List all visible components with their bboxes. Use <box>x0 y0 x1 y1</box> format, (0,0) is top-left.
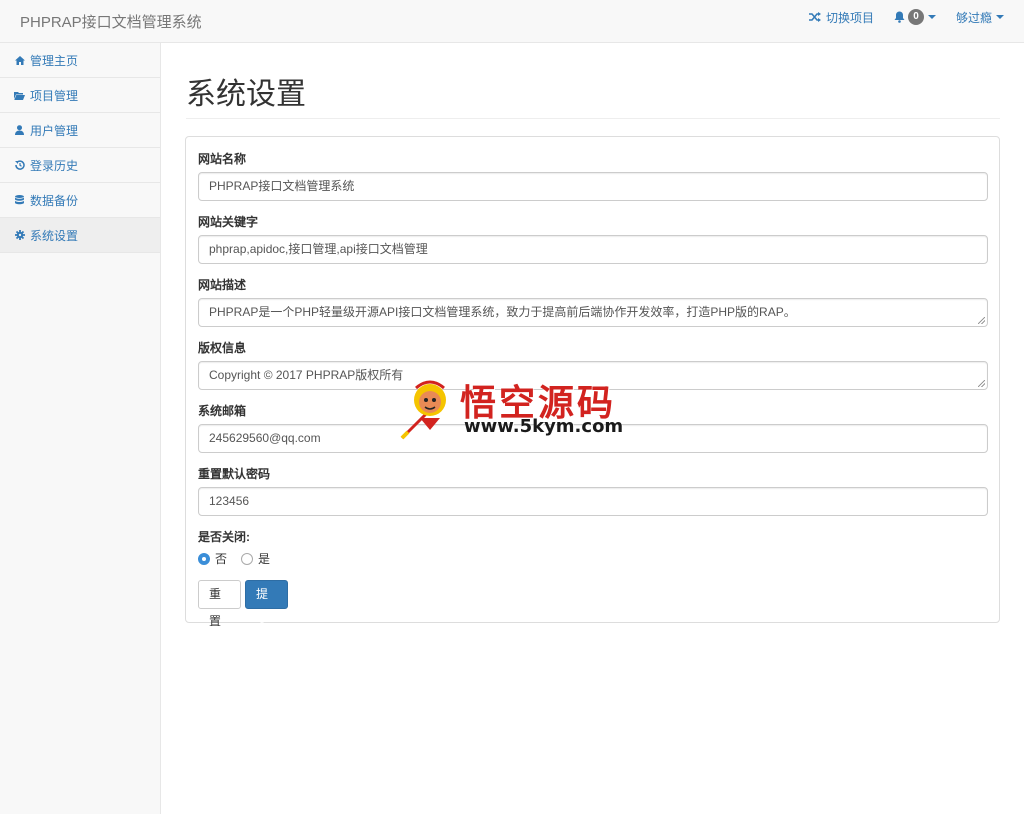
form-group-site-description: 网站描述 PHPRAP是一个PHP轻量级开源API接口文档管理系统，致力于提高前… <box>198 278 988 327</box>
navbar-right: 切换项目 0 够过瘾 <box>789 0 1004 34</box>
notifications-dropdown[interactable]: 0 <box>894 9 936 25</box>
switch-project-label: 切换项目 <box>825 10 874 25</box>
site-keywords-input[interactable]: phprap,apidoc,接口管理,api接口文档管理 <box>198 235 988 264</box>
sidebar-item-settings[interactable]: 系统设置 <box>0 218 160 253</box>
sidebar-item-label: 项目管理 <box>30 88 79 103</box>
monkey-king-icon <box>400 380 446 440</box>
home-icon <box>14 55 25 66</box>
radio-no-label: 否 <box>215 552 228 566</box>
form-group-site-keywords: 网站关键字 phprap,apidoc,接口管理,api接口文档管理 <box>198 215 988 264</box>
chevron-down-icon <box>927 15 936 19</box>
radio-yes-label: 是 <box>258 552 271 566</box>
form-group-closed: 是否关闭: <box>198 530 988 544</box>
sidebar-item-login-history[interactable]: 登录历史 <box>0 148 160 183</box>
sidebar-item-backup[interactable]: 数据备份 <box>0 183 160 218</box>
page-header: 系统设置 <box>186 76 1000 119</box>
sidebar-item-label: 登录历史 <box>30 158 79 173</box>
resize-handle-icon[interactable] <box>978 317 985 324</box>
radio-no[interactable]: 否 <box>198 550 227 567</box>
radio-unchecked-icon[interactable] <box>241 552 254 565</box>
bell-icon <box>894 11 905 23</box>
closed-radio-group: 否 是 <box>198 550 284 567</box>
user-icon <box>14 125 25 136</box>
top-navbar: PHPRAP接口文档管理系统 切换项目 0 够过瘾 <box>0 0 1024 43</box>
reset-button[interactable]: 重置 <box>198 580 241 628</box>
copyright-value: Copyright © 2017 PHPRAP版权所有 <box>209 368 404 382</box>
notification-badge: 0 <box>907 9 924 25</box>
switch-project-link[interactable]: 切换项目 <box>808 9 874 26</box>
radio-yes[interactable]: 是 <box>241 550 270 567</box>
shuffle-icon <box>808 12 821 22</box>
sidebar-item-label: 数据备份 <box>30 193 79 208</box>
page-title: 系统设置 <box>186 78 306 111</box>
sidebar: 管理主页 项目管理 用户管理 登录历史 数据备份 系统设置 <box>0 43 161 814</box>
sidebar-item-users[interactable]: 用户管理 <box>0 113 160 148</box>
sidebar-item-label: 用户管理 <box>30 123 79 138</box>
default-password-label: 重置默认密码 <box>198 467 271 481</box>
user-name: 够过瘾 <box>955 10 992 25</box>
site-description-label: 网站描述 <box>198 278 247 292</box>
sidebar-item-projects[interactable]: 项目管理 <box>0 78 160 113</box>
history-icon <box>14 160 25 171</box>
sidebar-item-home[interactable]: 管理主页 <box>0 43 160 78</box>
form-group-copyright: 版权信息 Copyright © 2017 PHPRAP版权所有 <box>198 341 988 390</box>
folder-open-icon <box>14 90 25 101</box>
site-name-input[interactable]: PHPRAP接口文档管理系统 <box>198 172 988 201</box>
watermark-url: www.5kym.com <box>464 416 624 437</box>
user-menu-dropdown[interactable]: 够过瘾 <box>956 9 1004 26</box>
watermark-logo: 悟空源码 www.5kym.com <box>400 372 630 444</box>
default-password-input[interactable]: 123456 <box>198 487 988 516</box>
sidebar-item-label: 管理主页 <box>30 53 79 68</box>
submit-button[interactable]: 提交 <box>245 580 288 628</box>
gear-icon <box>14 230 25 241</box>
site-description-value: PHPRAP是一个PHP轻量级开源API接口文档管理系统，致力于提高前后端协作开… <box>209 305 796 319</box>
form-group-default-password: 重置默认密码 123456 <box>198 467 988 516</box>
chevron-down-icon <box>996 15 1004 19</box>
resize-handle-icon[interactable] <box>978 380 985 387</box>
site-keywords-label: 网站关键字 <box>198 215 259 229</box>
closed-label: 是否关闭: <box>198 530 250 544</box>
brand-title[interactable]: PHPRAP接口文档管理系统 <box>20 11 202 32</box>
copyright-label: 版权信息 <box>198 341 247 355</box>
radio-checked-icon[interactable] <box>198 552 210 565</box>
sidebar-item-label: 系统设置 <box>30 228 79 243</box>
form-group-site-name: 网站名称 PHPRAP接口文档管理系统 <box>198 152 988 201</box>
site-description-textarea[interactable]: PHPRAP是一个PHP轻量级开源API接口文档管理系统，致力于提高前后端协作开… <box>198 298 988 327</box>
database-icon <box>14 195 25 206</box>
site-name-label: 网站名称 <box>198 152 247 166</box>
